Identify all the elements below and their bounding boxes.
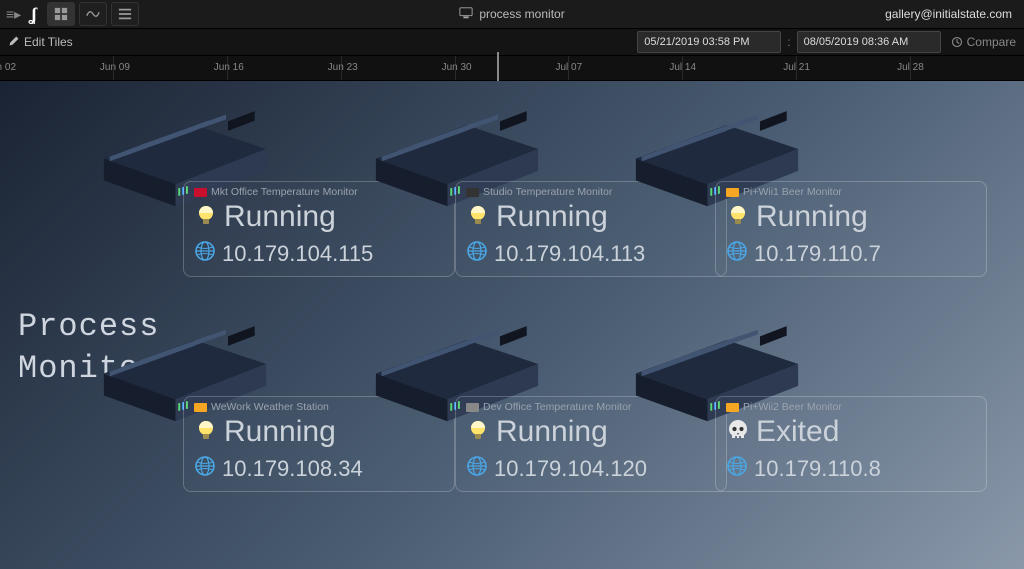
dashboard-canvas: Process Monitor Mkt Office Temperature M…: [0, 81, 1024, 569]
tile-ip: 10.179.104.115: [222, 241, 373, 267]
timeline-tick: Jul 07: [568, 56, 682, 80]
tile-name: WeWork Weather Station: [211, 401, 329, 413]
page-title: process monitor: [479, 7, 564, 21]
timeline-tick: Jun 30: [455, 56, 569, 80]
timeline-tick-label: Jul 28: [897, 62, 924, 73]
tile-flag-icon: [726, 403, 739, 412]
tile-status: Exited: [756, 415, 839, 449]
tile-flag-icon: [194, 188, 207, 197]
skull-icon: [726, 418, 750, 447]
tile-status: Running: [224, 415, 336, 449]
date-to-input[interactable]: [797, 31, 941, 53]
compare-button[interactable]: Compare: [951, 35, 1016, 49]
tile-name: Dev Office Temperature Monitor: [483, 401, 631, 413]
tile-ip: 10.179.108.34: [222, 456, 363, 482]
timeline-tick-label: Jun 16: [214, 62, 244, 73]
date-separator: :: [781, 35, 796, 49]
timeline-marker[interactable]: [497, 52, 499, 82]
timeline-tick: Jul 28: [910, 56, 1024, 80]
tile-status: Running: [496, 415, 608, 449]
tile-name: Mkt Office Temperature Monitor: [211, 186, 358, 198]
timeline-tick-label: Jul 21: [783, 62, 810, 73]
user-email[interactable]: gallery@initialstate.com: [885, 7, 1024, 21]
pencil-icon: [8, 35, 20, 50]
lightbulb-icon: [466, 203, 490, 232]
tile-ip: 10.179.110.8: [754, 456, 881, 482]
tile-ip: 10.179.104.113: [494, 241, 645, 267]
globe-icon: [194, 455, 216, 483]
date-from-input[interactable]: [637, 31, 781, 53]
timeline-tick: Jul 21: [796, 56, 910, 80]
tile-name: Studio Temperature Monitor: [483, 186, 612, 198]
tile-header: Pi+Wii2 Beer Monitor: [726, 401, 976, 413]
timeline-tick-label: Jun 02: [0, 62, 16, 73]
view-waves-button[interactable]: [79, 2, 107, 26]
app-logo[interactable]: ʆ: [25, 4, 43, 25]
tile-flag-icon: [466, 403, 479, 412]
globe-icon: [726, 240, 748, 268]
timeline[interactable]: Jun 02Jun 09Jun 16Jun 23Jun 30Jul 07Jul …: [0, 56, 1024, 81]
timeline-tick-label: Jun 23: [328, 62, 358, 73]
tile-flag-icon: [466, 188, 479, 197]
timeline-tick-label: Jun 30: [442, 62, 472, 73]
globe-icon: [726, 455, 748, 483]
tile-name: Pi+Wii1 Beer Monitor: [743, 186, 842, 198]
view-list-button[interactable]: [111, 2, 139, 26]
tile-header: Pi+Wii1 Beer Monitor: [726, 186, 976, 198]
globe-icon: [466, 455, 488, 483]
tile-status: Running: [224, 200, 336, 234]
monitor-icon: [459, 6, 473, 23]
process-tile[interactable]: Pi+Wii2 Beer Monitor Exited 10.179.110.8: [715, 396, 987, 492]
view-tiles-button[interactable]: [47, 2, 75, 26]
tile-status: Running: [756, 200, 868, 234]
tile-ip: 10.179.110.7: [754, 241, 881, 267]
lightbulb-icon: [466, 418, 490, 447]
timeline-tick: Jun 23: [341, 56, 455, 80]
tile-ip: 10.179.104.120: [494, 456, 647, 482]
lightbulb-icon: [194, 203, 218, 232]
timeline-tick-label: Jul 14: [669, 62, 696, 73]
lightbulb-icon: [194, 418, 218, 447]
tile-flag-icon: [726, 188, 739, 197]
timeline-tick: Jul 14: [682, 56, 796, 80]
globe-icon: [466, 240, 488, 268]
lightbulb-icon: [726, 203, 750, 232]
menu-icon[interactable]: ≡▸: [6, 6, 21, 23]
timeline-tick: Jun 09: [113, 56, 227, 80]
tile-flag-icon: [194, 403, 207, 412]
timeline-tick: Jun 02: [0, 56, 113, 80]
timeline-tick: Jun 16: [227, 56, 341, 80]
process-tile[interactable]: Pi+Wii1 Beer Monitor Running 10.179.110.7: [715, 181, 987, 277]
timeline-tick-label: Jul 07: [555, 62, 582, 73]
globe-icon: [194, 240, 216, 268]
edit-tiles-button[interactable]: Edit Tiles: [24, 35, 73, 49]
tile-status: Running: [496, 200, 608, 234]
tile-name: Pi+Wii2 Beer Monitor: [743, 401, 842, 413]
timeline-tick-label: Jun 09: [100, 62, 130, 73]
